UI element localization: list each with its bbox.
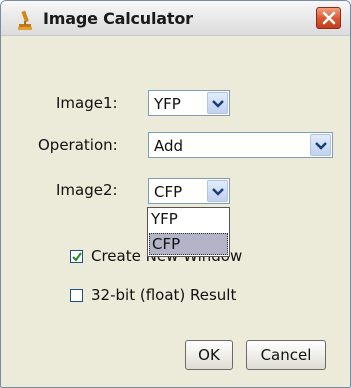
float-result-label[interactable]: 32-bit (float) Result: [91, 286, 236, 304]
create-new-window-checkbox[interactable]: [70, 250, 83, 263]
chevron-down-icon[interactable]: [310, 134, 331, 156]
dropdown-option-yfp[interactable]: YFP: [149, 209, 228, 231]
image2-dropdown-list: YFP CFP: [147, 207, 230, 257]
image1-select[interactable]: YFP: [148, 90, 230, 116]
image-calculator-dialog: Image Calculator Image1: YFP Operation: …: [0, 0, 351, 388]
chevron-down-icon[interactable]: [207, 180, 228, 202]
title-bar[interactable]: Image Calculator: [1, 1, 350, 36]
image2-label: Image2:: [56, 181, 118, 199]
operation-label: Operation:: [38, 136, 118, 154]
dropdown-option-cfp[interactable]: CFP: [149, 233, 228, 255]
close-button[interactable]: [316, 7, 341, 29]
microscope-icon: [16, 9, 34, 31]
operation-value: Add: [154, 137, 184, 155]
chevron-down-icon[interactable]: [207, 92, 228, 114]
image1-label: Image1:: [56, 94, 118, 112]
ok-button[interactable]: OK: [185, 340, 233, 370]
float-result-checkbox[interactable]: [70, 289, 83, 302]
window-title: Image Calculator: [43, 9, 193, 28]
cancel-button[interactable]: Cancel: [246, 340, 326, 370]
image2-select[interactable]: CFP: [148, 178, 230, 204]
operation-select[interactable]: Add: [148, 132, 333, 158]
image2-value: CFP: [154, 183, 183, 201]
image1-value: YFP: [154, 95, 181, 113]
